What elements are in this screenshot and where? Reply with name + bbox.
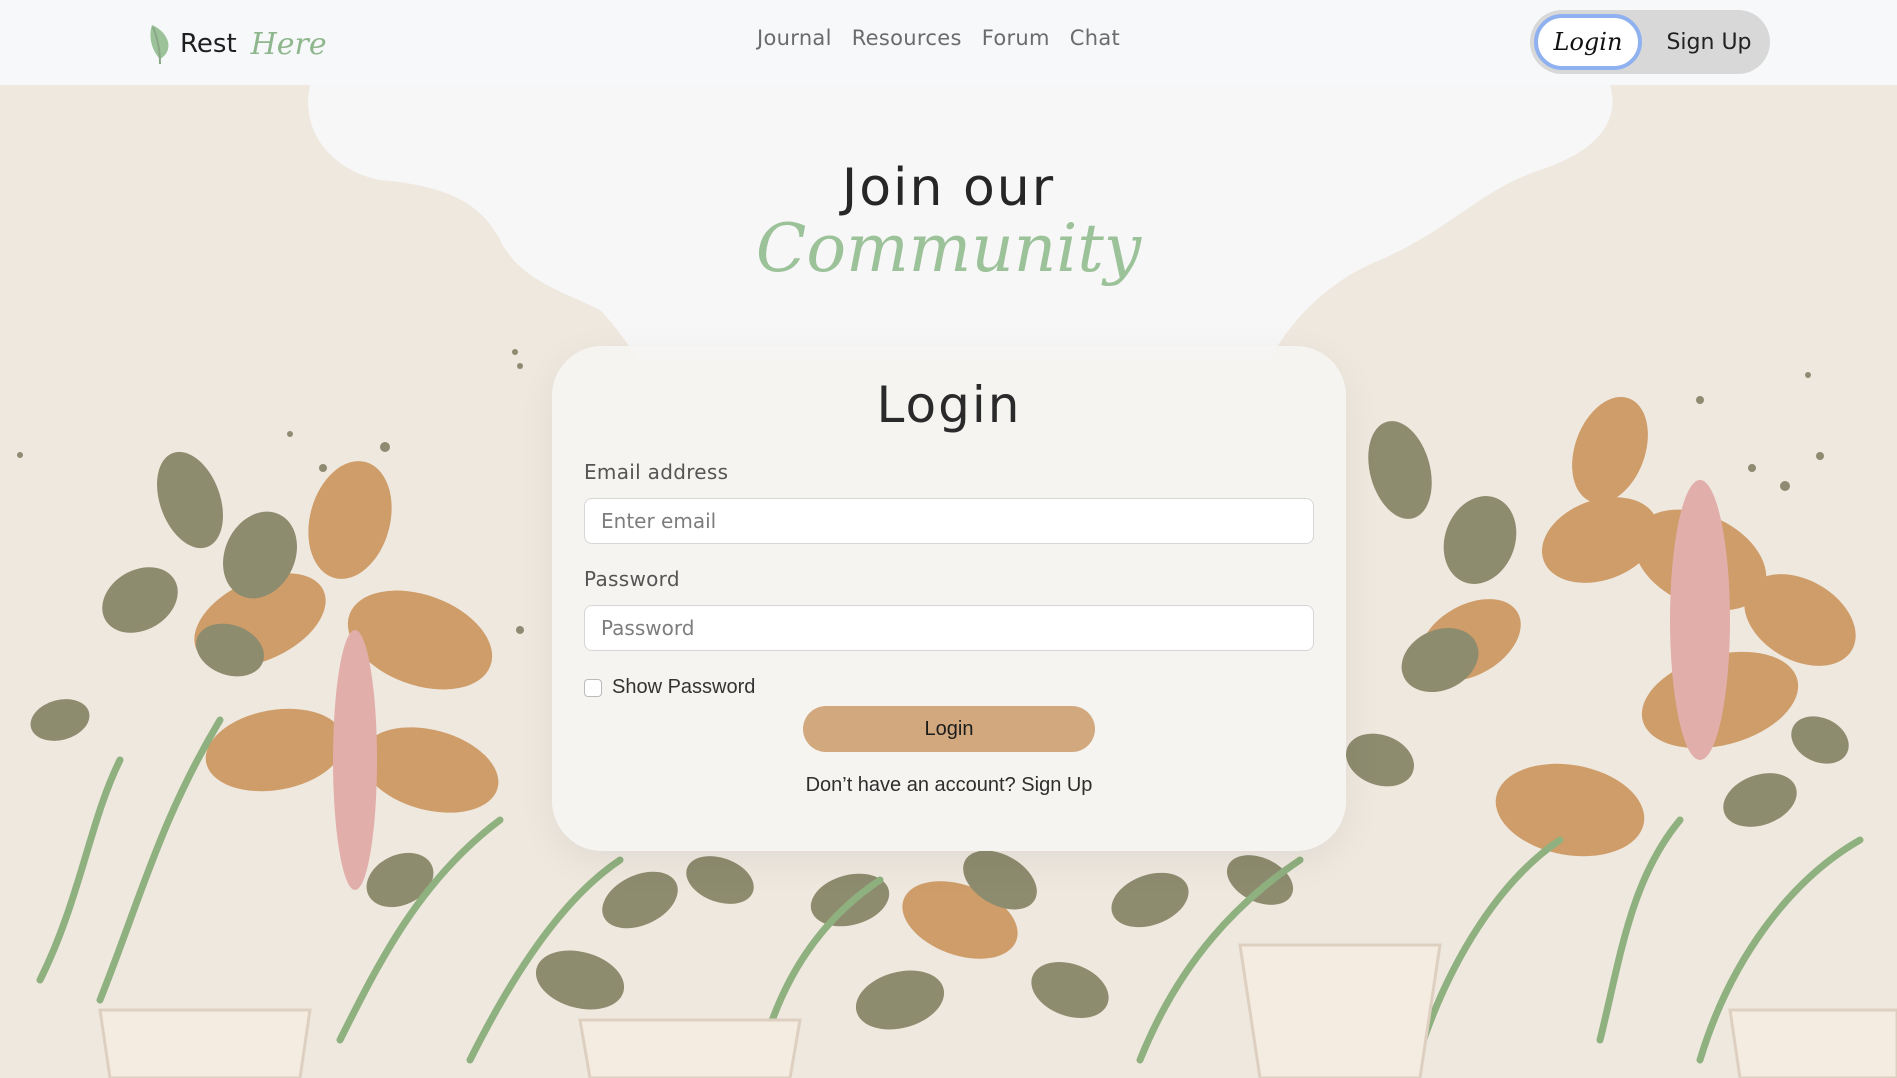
nav-link-chat[interactable]: Chat — [1070, 26, 1120, 50]
show-password-label[interactable]: Show Password — [612, 676, 755, 699]
signup-prompt-text: Don’t have an account? — [805, 774, 1016, 796]
brand-name-part2: Here — [250, 26, 327, 62]
email-label: Email address — [584, 460, 729, 484]
password-input[interactable] — [584, 605, 1314, 651]
login-card: Login Email address Password Show Passwo… — [552, 346, 1346, 851]
hero-subheading: Community — [755, 210, 1142, 287]
nav-link-resources[interactable]: Resources — [852, 26, 962, 50]
signup-prompt: Don’t have an account? Sign Up — [552, 774, 1346, 797]
brand-logo[interactable]: Rest Here — [148, 22, 327, 66]
leaf-icon — [150, 25, 169, 65]
hero-heading: Join our — [841, 158, 1056, 218]
email-input[interactable] — [584, 498, 1314, 544]
brand-name-part1: Rest — [180, 29, 237, 59]
show-password-row: Show Password — [584, 676, 755, 699]
show-password-checkbox[interactable] — [584, 678, 602, 697]
password-label: Password — [584, 567, 680, 591]
nav-link-forum[interactable]: Forum — [982, 26, 1050, 50]
nav-login-button[interactable]: Login — [1534, 14, 1642, 70]
nav-signup-button[interactable]: Sign Up — [1654, 20, 1764, 64]
auth-toggle-group: Login Sign Up — [1530, 10, 1770, 74]
nav-link-journal[interactable]: Journal — [757, 26, 832, 50]
signup-link[interactable]: Sign Up — [1021, 774, 1092, 796]
main-nav: Journal Resources Forum Chat — [757, 26, 1120, 50]
login-title: Login — [876, 376, 1022, 434]
top-navbar: Rest Here Journal Resources Forum Chat L… — [0, 0, 1897, 85]
login-submit-button[interactable]: Login — [803, 706, 1095, 752]
